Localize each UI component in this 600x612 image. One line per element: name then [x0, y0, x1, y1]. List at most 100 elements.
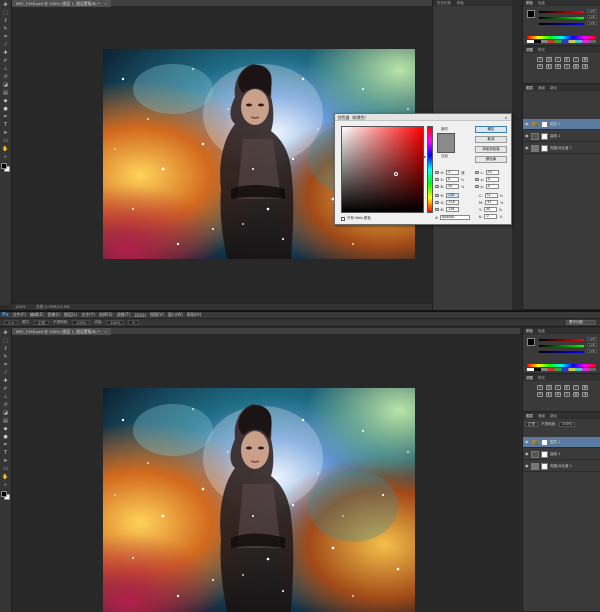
document-tab[interactable]: IMG_7438.psd @ 100% (图层 1, 图层蒙版/8) * × [12, 0, 112, 7]
levels-icon[interactable]: ▥ [546, 57, 552, 62]
web-colors-only-checkbox[interactable] [341, 216, 345, 221]
tab-swatches[interactable]: 色板 [538, 328, 545, 334]
tab-color-panel[interactable]: 颜色 [526, 0, 533, 6]
crop-icon[interactable]: ⌗ [2, 361, 10, 368]
history-brush-icon[interactable]: ↺ [2, 73, 10, 80]
layer-mask-thumbnail[interactable] [541, 144, 548, 152]
hue-saturation-icon[interactable]: ▦ [582, 57, 588, 62]
layer-row[interactable]: ◉ 曲线 1 [523, 131, 600, 142]
foreground-color-swatch[interactable] [0, 491, 7, 497]
hue-input[interactable]: 0 [446, 170, 460, 175]
blue-input[interactable]: 128 [446, 207, 460, 212]
eraser-icon[interactable]: ◪ [2, 81, 10, 88]
move-icon[interactable]: ✥ [2, 1, 10, 8]
green-value[interactable]: 128 [587, 15, 597, 19]
layer-row[interactable]: ◉ 亮度/对比度 1 [523, 143, 600, 154]
healing-icon[interactable]: ✚ [2, 377, 10, 384]
curves-icon[interactable]: ∿ [555, 57, 561, 62]
saturation-radio[interactable] [435, 177, 439, 182]
ok-button[interactable]: 确定 [475, 126, 507, 133]
layer-name[interactable]: 图层 1 [550, 122, 560, 127]
vibrance-icon[interactable]: ▽ [573, 57, 579, 62]
layer-row[interactable]: ◉ 亮度/对比度 1 [523, 461, 600, 472]
green-radio[interactable] [435, 200, 439, 205]
swatch-strip[interactable] [527, 368, 596, 371]
tab-color[interactable]: 颜色 [457, 0, 464, 6]
blue-value[interactable]: 128 [587, 349, 597, 353]
hue-slider[interactable] [427, 126, 433, 213]
color-marker[interactable] [394, 172, 398, 176]
gradient-icon[interactable]: ▤ [2, 417, 10, 424]
crop-icon[interactable]: ⌗ [2, 33, 10, 40]
hue-slider-arrow-icon[interactable]: ▸ [424, 154, 426, 159]
photo-filter-icon[interactable]: ◉ [555, 64, 561, 69]
nebula-portrait-artwork[interactable] [103, 388, 415, 612]
pen-icon[interactable]: ✒ [2, 113, 10, 120]
tab-channels[interactable]: 通道 [538, 85, 545, 91]
swatch-strip[interactable] [527, 40, 596, 43]
magenta-input[interactable]: 43 [485, 200, 499, 205]
color-swatches[interactable] [0, 163, 11, 173]
brush-preset-picker[interactable]: ✐ ▾ [4, 320, 18, 325]
type-icon[interactable]: T [2, 121, 10, 128]
layer-name[interactable]: 曲线 1 [550, 134, 560, 139]
visibility-eye-icon[interactable]: ◉ [525, 452, 529, 456]
color-balance-icon[interactable]: ⚖ [537, 64, 543, 69]
color-swatches[interactable] [0, 491, 11, 501]
panel-foreground-swatch[interactable] [527, 10, 535, 18]
visibility-eye-icon[interactable]: ◉ [525, 464, 529, 468]
brush-icon[interactable]: ✐ [2, 57, 10, 64]
dodge-icon[interactable]: ● [2, 105, 10, 112]
layer-mask-thumbnail[interactable] [541, 120, 548, 128]
hex-input[interactable]: 808080 [439, 215, 470, 220]
brightness-icon[interactable]: ☀ [537, 57, 543, 62]
close-icon[interactable]: × [104, 329, 107, 334]
eyedropper-icon[interactable]: ⁄ [2, 41, 10, 48]
blur-icon[interactable]: ◆ [2, 97, 10, 104]
shape-icon[interactable]: ▭ [2, 137, 10, 144]
pen-icon[interactable]: ✒ [2, 441, 10, 448]
tab-layers[interactable]: 图层 [526, 85, 533, 91]
tab-channels[interactable]: 通道 [538, 413, 545, 419]
yellow-input[interactable]: 40 [483, 207, 497, 212]
add-to-swatches-button[interactable]: 添加到色板 [475, 146, 507, 153]
color-lookup-icon[interactable]: ▩ [573, 392, 579, 397]
history-brush-icon[interactable]: ↺ [2, 401, 10, 408]
tab-adjustments[interactable]: 调整 [526, 47, 533, 53]
quick-select-icon[interactable]: ✎ [2, 353, 10, 360]
hue-saturation-icon[interactable]: ▦ [582, 385, 588, 390]
marquee-icon[interactable]: ⬚ [2, 9, 10, 16]
lab-l-radio[interactable] [475, 170, 479, 175]
black-input[interactable]: 0 [484, 214, 498, 219]
lab-a-input[interactable]: 0 [485, 177, 499, 182]
menu-edit[interactable]: 编辑(E) [30, 312, 44, 318]
exposure-icon[interactable]: ◐ [564, 57, 570, 62]
menu-help[interactable]: 帮助(H) [187, 312, 201, 318]
visibility-eye-icon[interactable]: ◉ [525, 134, 529, 138]
layer-mask-thumbnail[interactable] [541, 132, 548, 140]
spectrum-bar[interactable] [527, 364, 596, 367]
layer-name[interactable]: 曲线 1 [550, 452, 560, 457]
layer-row[interactable]: ◉ 图层 1 [523, 437, 600, 448]
airbrush-icon[interactable]: ✈ [128, 320, 140, 325]
tab-color-panel[interactable]: 颜色 [526, 328, 533, 334]
foreground-color-swatch[interactable] [0, 163, 7, 169]
cyan-input[interactable]: 52 [484, 193, 498, 198]
clone-stamp-icon[interactable]: ⊥ [2, 65, 10, 72]
layer-name[interactable]: 图层 1 [550, 440, 560, 445]
mode-select[interactable]: 正常 [34, 320, 49, 325]
invert-icon[interactable]: ◑ [582, 392, 588, 397]
layer-name[interactable]: 亮度/对比度 1 [550, 464, 572, 469]
brightness-radio[interactable] [435, 184, 439, 189]
menu-view[interactable]: 视图(V) [150, 312, 164, 318]
lasso-icon[interactable]: ℓ [2, 17, 10, 24]
levels-icon[interactable]: ▥ [546, 385, 552, 390]
color-balance-icon[interactable]: ⚖ [537, 392, 543, 397]
blue-value[interactable]: 128 [587, 21, 597, 25]
hue-radio[interactable] [435, 170, 439, 175]
black-white-icon[interactable]: ◧ [546, 64, 552, 69]
quick-select-icon[interactable]: ✎ [2, 25, 10, 32]
type-icon[interactable]: T [2, 449, 10, 456]
red-slider[interactable] [539, 11, 584, 13]
green-value[interactable]: 128 [587, 343, 597, 347]
